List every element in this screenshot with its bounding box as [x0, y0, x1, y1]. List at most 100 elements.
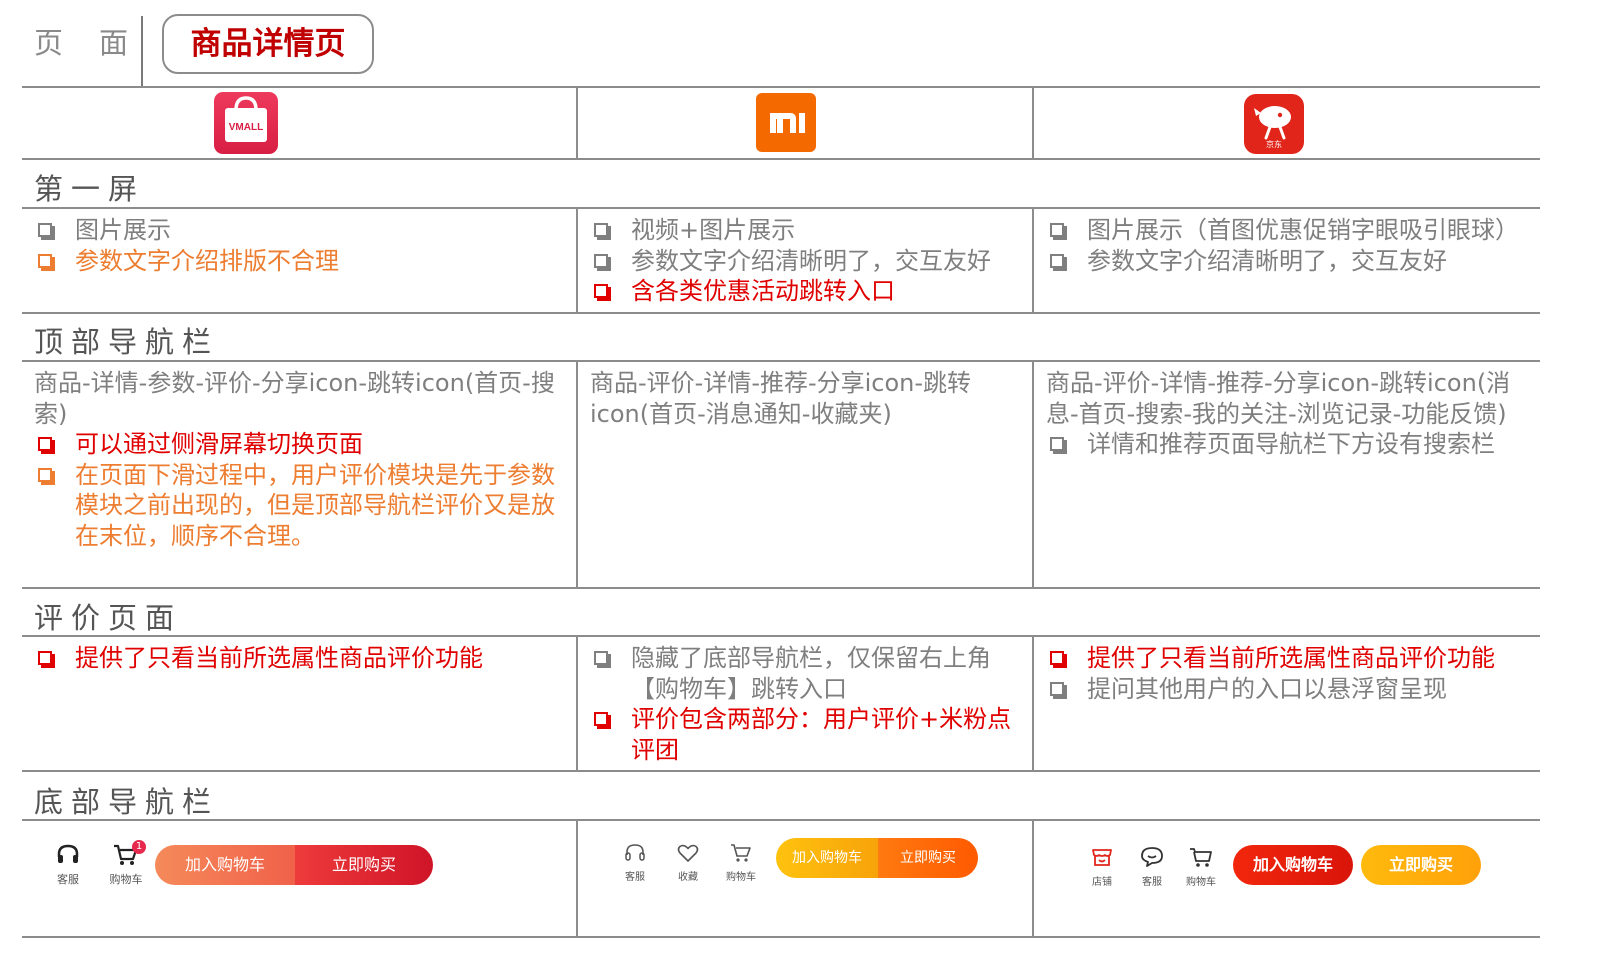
headset-icon [57, 844, 79, 863]
vmall-action-bar: 加入购物车 立即购买 [155, 845, 433, 885]
checkbox-icon [38, 467, 52, 482]
cart-label: 购物车 [726, 872, 756, 883]
checkbox-icon [38, 223, 52, 237]
page-label: 页面 [34, 26, 165, 60]
first-screen-vmall-cell: 图片展示 参数文字介绍排版不合理 [34, 215, 564, 276]
jd-logo-icon: 京东 [1244, 94, 1304, 154]
cart-button[interactable]: 购物车 [1180, 845, 1222, 888]
add-to-cart-button[interactable]: 加入购物车 [155, 845, 295, 885]
nav-structure-text: 商品-评价-详情-推荐-分享icon-跳转icon(消息-首页-搜索-我的关注-… [1046, 369, 1511, 428]
shop-button[interactable]: 店铺 [1082, 845, 1122, 888]
mi-action-bar: 加入购物车 立即购买 [776, 838, 978, 878]
favorite-button[interactable]: 收藏 [669, 842, 707, 883]
list-item: 参数文字介绍排版不合理 [34, 246, 564, 277]
top-nav-vmall-cell: 商品-详情-参数-评价-分享icon-跳转icon(首页-搜索) 可以通过侧滑屏… [34, 368, 564, 551]
list-item: 详情和推荐页面导航栏下方设有搜索栏 [1046, 429, 1526, 460]
grid-line [576, 86, 578, 158]
list-item: 图片展示 [34, 215, 564, 246]
header-divider [141, 16, 143, 86]
section-title-bottom-nav: 底部导航栏 [34, 785, 220, 819]
first-screen-jd-cell: 图片展示（首图优惠促销字眼吸引眼球） 参数文字介绍清晰明了，交互友好 [1046, 215, 1541, 276]
section-title-top-nav: 顶部导航栏 [34, 325, 220, 359]
checkbox-icon [1050, 437, 1064, 451]
section-title-first-screen: 第一屏 [34, 172, 146, 206]
chat-bubble-icon [1141, 847, 1163, 867]
grid-line [22, 635, 1540, 637]
cart-label: 购物车 [1186, 877, 1216, 888]
first-screen-mi-cell: 视频+图片展示 参数文字介绍清晰明了，交互友好 含各类优惠活动跳转入口 [590, 215, 1025, 307]
svg-text:京东: 京东 [1266, 139, 1282, 149]
grid-line [576, 207, 578, 312]
checkbox-icon [594, 651, 608, 665]
grid-line [22, 819, 1540, 821]
grid-line [1032, 819, 1034, 936]
list-item: 含各类优惠活动跳转入口 [590, 276, 1025, 307]
list-item: 参数文字介绍清晰明了，交互友好 [590, 246, 1025, 277]
checkbox-icon [594, 284, 608, 298]
cart-icon [1190, 848, 1212, 867]
list-item: 视频+图片展示 [590, 215, 1025, 246]
grid-line [22, 360, 1540, 362]
checkbox-icon [38, 651, 52, 665]
list-item: 评价包含两部分：用户评价+米粉点评团 [590, 704, 1020, 765]
page-title: 商品详情页 [162, 14, 374, 74]
shop-label: 店铺 [1092, 877, 1112, 888]
vmall-logo-icon: VMALL [214, 92, 278, 154]
headset-icon [625, 844, 645, 861]
grid-line [22, 158, 1540, 160]
grid-line [576, 360, 578, 587]
reviews-jd-cell: 提供了只看当前所选属性商品评价功能 提问其他用户的入口以悬浮窗呈现 [1046, 643, 1541, 704]
service-button[interactable]: 客服 [1132, 845, 1172, 888]
list-item: 图片展示（首图优惠促销字眼吸引眼球） [1046, 215, 1541, 246]
shop-icon [1092, 849, 1112, 866]
svg-text:VMALL: VMALL [229, 122, 263, 133]
checkbox-icon [38, 437, 52, 451]
service-button[interactable]: 客服 [48, 843, 88, 887]
reviews-mi-cell: 隐藏了底部导航栏，仅保留右上角【购物车】跳转入口 评价包含两部分：用户评价+米粉… [590, 643, 1020, 765]
grid-line [22, 312, 1540, 314]
buy-now-button[interactable]: 立即购买 [878, 838, 978, 878]
nav-structure-text: 商品-详情-参数-评价-分享icon-跳转icon(首页-搜索) [34, 369, 555, 428]
service-button[interactable]: 客服 [616, 842, 654, 883]
reviews-vmall-cell: 提供了只看当前所选属性商品评价功能 [34, 643, 564, 674]
grid-line [22, 936, 1540, 938]
grid-line [576, 635, 578, 770]
grid-line [22, 770, 1540, 772]
checkbox-icon [594, 712, 608, 726]
buy-now-button[interactable]: 立即购买 [1361, 845, 1481, 885]
buy-now-button[interactable]: 立即购买 [295, 845, 433, 885]
service-label: 客服 [625, 872, 645, 883]
checkbox-icon [1050, 651, 1064, 665]
service-label: 客服 [1142, 877, 1162, 888]
grid-line [22, 86, 1540, 88]
grid-line [1032, 207, 1034, 312]
checkbox-icon [594, 253, 608, 268]
grid-line [1032, 360, 1034, 587]
list-item: 提问其他用户的入口以悬浮窗呈现 [1046, 674, 1541, 705]
service-label: 客服 [57, 873, 79, 886]
list-item: 在页面下滑过程中，用户评价模块是先于参数模块之前出现的，但是顶部导航栏评价又是放… [34, 460, 564, 552]
list-item: 提供了只看当前所选属性商品评价功能 [34, 643, 564, 674]
list-item: 可以通过侧滑屏幕切换页面 [34, 429, 564, 460]
list-item: 提供了只看当前所选属性商品评价功能 [1046, 643, 1541, 674]
top-nav-mi-cell: 商品-评价-详情-推荐-分享icon-跳转icon(首页-消息通知-收藏夹) [590, 368, 1020, 429]
nav-structure-text: 商品-评价-详情-推荐-分享icon-跳转icon(首页-消息通知-收藏夹) [590, 369, 972, 428]
add-to-cart-button[interactable]: 加入购物车 [1233, 845, 1353, 885]
heart-icon [677, 844, 699, 862]
section-title-reviews: 评价页面 [34, 601, 183, 635]
add-to-cart-button[interactable]: 加入购物车 [776, 838, 878, 878]
grid-line [22, 207, 1540, 209]
top-nav-jd-cell: 商品-评价-详情-推荐-分享icon-跳转icon(消息-首页-搜索-我的关注-… [1046, 368, 1526, 460]
cart-label: 购物车 [109, 873, 143, 886]
checkbox-icon [1050, 223, 1064, 237]
grid-line [1032, 635, 1034, 770]
mi-logo-icon [756, 93, 816, 152]
cart-badge: 1 [132, 840, 146, 854]
cart-icon [731, 844, 751, 862]
cart-button[interactable]: 购物车 [721, 842, 761, 883]
checkbox-icon [38, 253, 52, 268]
grid-line [1032, 86, 1034, 158]
favorite-label: 收藏 [678, 872, 698, 883]
checkbox-icon [1050, 253, 1064, 268]
list-item: 参数文字介绍清晰明了，交互友好 [1046, 246, 1541, 277]
